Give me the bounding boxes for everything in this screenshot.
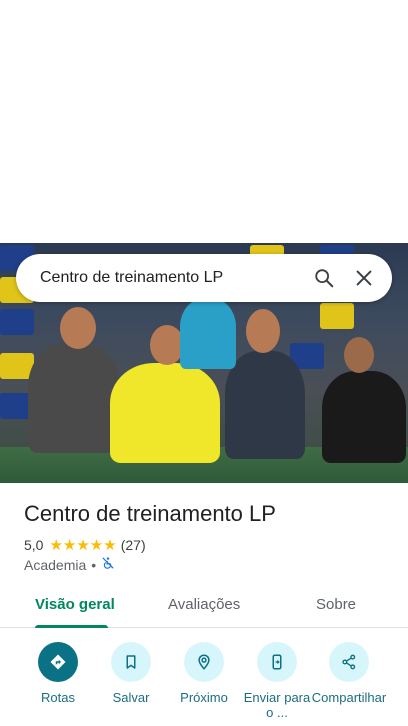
rating-row[interactable]: 5,0 ★★★★★ (27) xyxy=(24,536,146,554)
save-button[interactable]: Salvar xyxy=(91,642,171,705)
person xyxy=(322,371,406,463)
nearby-icon xyxy=(184,642,224,682)
share-label: Compartilhar xyxy=(311,690,387,705)
review-count[interactable]: (27) xyxy=(121,537,146,553)
no-wheelchair-icon xyxy=(101,556,115,573)
directions-label: Rotas xyxy=(41,690,75,705)
search-bar[interactable]: Centro de treinamento LP xyxy=(16,254,392,302)
category-row: Academia • xyxy=(24,556,115,573)
send-to-phone-label: Enviar para o ... xyxy=(243,690,311,720)
share-icon xyxy=(329,642,369,682)
person xyxy=(28,343,120,453)
nearby-button[interactable]: Próximo xyxy=(164,642,244,705)
active-tab-indicator xyxy=(35,625,108,628)
place-category: Academia xyxy=(24,556,87,573)
action-bar: Rotas Salvar Próximo Enviar para o ... C… xyxy=(0,640,408,726)
person-head xyxy=(60,307,96,349)
place-title: Centro de treinamento LP xyxy=(24,501,276,526)
map-area-blank xyxy=(0,0,408,243)
wall-logo-tile xyxy=(320,303,354,329)
person xyxy=(110,363,220,463)
wall-logo-tile xyxy=(0,309,34,335)
search-icon[interactable] xyxy=(304,258,344,298)
share-button[interactable]: Compartilhar xyxy=(309,642,389,705)
bookmark-icon xyxy=(111,642,151,682)
rating-stars: ★★★★★ xyxy=(49,537,117,554)
person-head xyxy=(246,309,280,353)
send-to-phone-icon xyxy=(257,642,297,682)
person-head xyxy=(150,325,184,365)
search-query[interactable]: Centro de treinamento LP xyxy=(40,269,304,287)
tab-about[interactable]: Sobre xyxy=(316,596,356,613)
send-to-phone-button[interactable]: Enviar para o ... xyxy=(237,642,317,720)
directions-icon xyxy=(38,642,78,682)
person-head xyxy=(344,337,374,373)
close-icon[interactable] xyxy=(344,258,384,298)
nearby-label: Próximo xyxy=(180,690,228,705)
save-label: Salvar xyxy=(112,690,150,705)
rating-value: 5,0 xyxy=(24,537,44,553)
directions-button[interactable]: Rotas xyxy=(18,642,98,705)
tab-reviews[interactable]: Avaliações xyxy=(168,596,240,613)
tab-overview[interactable]: Visão geral xyxy=(35,596,115,613)
person xyxy=(180,299,236,369)
separator: • xyxy=(91,556,97,573)
tab-bar: Visão geral Avaliações Sobre xyxy=(0,585,408,628)
person xyxy=(225,351,305,459)
